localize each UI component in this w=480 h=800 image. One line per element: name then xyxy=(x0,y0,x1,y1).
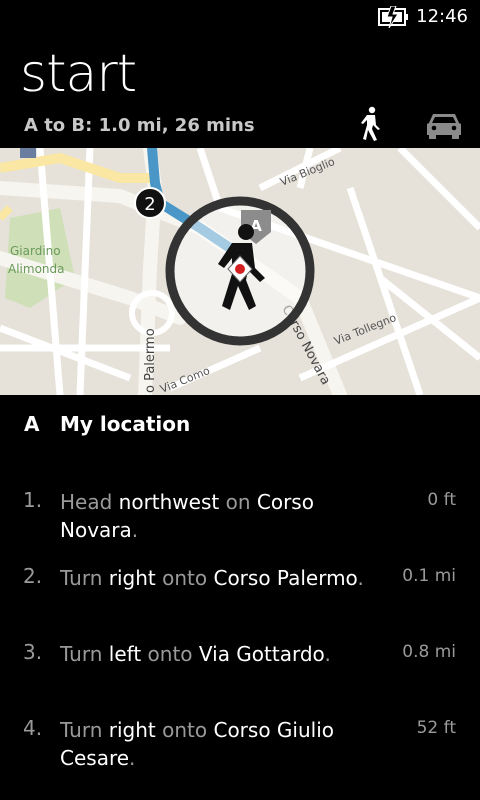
step-highlight-text: left xyxy=(108,642,142,666)
step-number: 4. xyxy=(23,716,43,740)
step-highlight-text: northwest xyxy=(118,490,220,514)
step-plain-text: onto xyxy=(155,566,214,590)
map-label-park: Giardino xyxy=(10,244,61,258)
step-number: 3. xyxy=(23,640,43,664)
route-summary: A to B: 1.0 mi, 26 mins xyxy=(24,115,255,136)
step-plain-text: Head xyxy=(60,490,119,514)
step-instruction: Turn right onto Corso Giulio Cesare. xyxy=(60,716,390,772)
step-distance: 0 ft xyxy=(427,490,456,510)
step-instruction: Turn right onto Corso Palermo. xyxy=(60,564,390,592)
map-label-corso-palermo: o Palermo xyxy=(143,328,158,393)
start-location-row[interactable]: A My location xyxy=(0,410,480,444)
status-bar: 12:46 xyxy=(0,0,480,32)
step-distance: 0.1 mi xyxy=(402,566,456,586)
map-label-park2: Alimonda xyxy=(8,262,64,276)
step-distance: 52 ft xyxy=(416,718,456,738)
step-highlight-text: right xyxy=(108,718,156,742)
step-plain-text: Turn xyxy=(60,718,109,742)
step-plain-text: onto xyxy=(155,718,214,742)
map-view[interactable]: Giardino Alimonda Via Bioglio Corso Nova… xyxy=(0,148,480,395)
step-plain-text: . xyxy=(131,518,139,542)
car-icon xyxy=(427,114,461,139)
step-number: 2. xyxy=(23,564,43,588)
step-instruction: Head northwest on Corso Novara. xyxy=(60,488,390,544)
step-highlight-text: Corso Palermo xyxy=(213,566,358,590)
step-number: 1. xyxy=(23,488,43,512)
step-plain-text: . xyxy=(129,746,136,770)
page-title: start xyxy=(20,44,137,104)
step-highlight-text: right xyxy=(108,566,156,590)
walking-person-icon xyxy=(361,106,380,141)
step-plain-text: . xyxy=(357,566,364,590)
battery-charging-icon xyxy=(378,6,408,28)
step-plain-text: Turn xyxy=(60,642,109,666)
location-marker[interactable]: A xyxy=(165,196,315,346)
start-label: My location xyxy=(60,412,191,436)
step-highlight-text: Via Gottardo xyxy=(198,642,325,666)
step-distance: 0.8 mi xyxy=(402,642,456,662)
step-plain-text: . xyxy=(324,642,331,666)
step-plain-text: on xyxy=(219,490,257,514)
drive-mode-button[interactable] xyxy=(426,110,462,140)
start-letter: A xyxy=(24,412,40,436)
walk-mode-button[interactable] xyxy=(356,106,388,142)
step-instruction: Turn left onto Via Gottardo. xyxy=(60,640,390,668)
step-plain-text: onto xyxy=(141,642,199,666)
step-plain-text: Turn xyxy=(60,566,109,590)
waypoint-marker[interactable]: 2 xyxy=(134,187,166,219)
waypoint-number: 2 xyxy=(144,194,155,215)
clock: 12:46 xyxy=(416,6,468,27)
transit-icon xyxy=(20,148,36,158)
